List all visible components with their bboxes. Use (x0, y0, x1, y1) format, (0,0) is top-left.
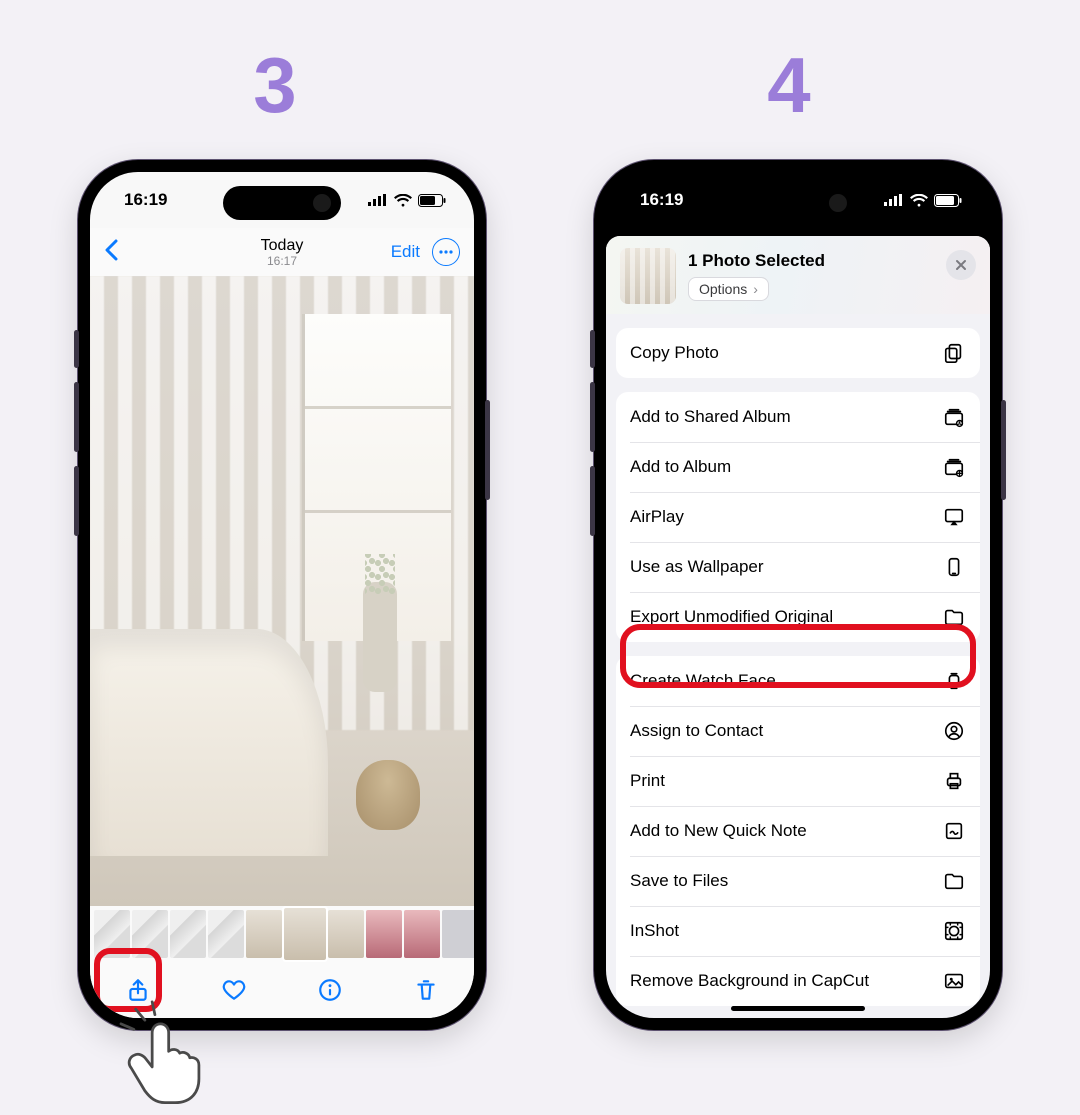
airplay-icon (942, 505, 966, 529)
print-icon (942, 769, 966, 793)
share-icon (125, 977, 151, 1003)
action-shared-album[interactable]: Add to Shared Album (616, 392, 980, 442)
image-icon (942, 969, 966, 993)
action-label: Add to New Quick Note (630, 821, 807, 841)
note-icon (942, 819, 966, 843)
screen-share-sheet: 16:19 1 Photo Selected Options › (606, 172, 990, 1018)
thumbnail[interactable] (246, 910, 282, 958)
back-button[interactable] (104, 237, 118, 268)
thumbnail-strip[interactable] (90, 906, 474, 962)
action-group: Add to Shared Album Add to Album AirPlay Us… (616, 392, 980, 642)
action-label: Create Watch Face (630, 671, 776, 691)
thumbnail[interactable] (94, 910, 130, 958)
action-label: AirPlay (630, 507, 684, 527)
info-icon (317, 977, 343, 1003)
action-copy[interactable]: Copy Photo (616, 328, 980, 378)
copy-icon (942, 341, 966, 365)
cellular-icon (368, 194, 388, 206)
status-indicators (368, 194, 446, 207)
close-button[interactable] (946, 250, 976, 280)
thumbnail[interactable] (366, 910, 402, 958)
trash-icon (413, 977, 439, 1003)
folder-icon (942, 605, 966, 629)
selected-count: 1 Photo Selected (688, 251, 825, 271)
contact-icon (942, 719, 966, 743)
action-wallpaper[interactable]: Use as Wallpaper (616, 542, 980, 592)
battery-icon (418, 194, 446, 207)
action-group: Create Watch Face Assign to Contact Print A… (616, 656, 980, 1006)
action-label: Remove Background in CapCut (630, 971, 869, 991)
step-number-4: 4 (764, 40, 814, 131)
action-group: Copy Photo (616, 328, 980, 378)
options-label: Options (699, 281, 747, 297)
home-indicator[interactable] (731, 1006, 865, 1011)
action-label: Use as Wallpaper (630, 557, 764, 577)
step-number-3: 3 (250, 40, 300, 131)
action-label: Copy Photo (630, 343, 719, 363)
info-button[interactable] (311, 971, 349, 1009)
edit-button[interactable]: Edit (391, 242, 420, 262)
action-folder[interactable]: Save to Files (616, 856, 980, 906)
ellipsis-icon (439, 250, 453, 254)
wifi-icon (910, 194, 928, 207)
phone-step-3: 16:19 Today 16:17 Edit (78, 160, 486, 1030)
action-label: Export Unmodified Original (630, 607, 833, 627)
action-label: Save to Files (630, 871, 728, 891)
status-indicators (884, 194, 962, 207)
action-note[interactable]: Add to New Quick Note (616, 806, 980, 856)
action-label: Add to Shared Album (630, 407, 791, 427)
action-label: Print (630, 771, 665, 791)
chevron-right-icon: › (753, 281, 758, 297)
more-button[interactable] (432, 238, 460, 266)
battery-icon (934, 194, 962, 207)
action-image[interactable]: Remove Background in CapCut (616, 956, 980, 1006)
thumbnail[interactable] (132, 910, 168, 958)
status-time: 16:19 (640, 190, 683, 210)
thumbnail[interactable] (442, 910, 474, 958)
heart-icon (221, 977, 247, 1003)
status-time: 16:19 (124, 190, 167, 210)
action-inshot[interactable]: InShot (616, 906, 980, 956)
thumbnail[interactable] (208, 910, 244, 958)
action-label: Add to Album (630, 457, 731, 477)
nav-bar: Today 16:17 Edit (90, 228, 474, 276)
favorite-button[interactable] (215, 971, 253, 1009)
thumbnail[interactable] (170, 910, 206, 958)
watch-icon (942, 669, 966, 693)
inshot-icon (942, 919, 966, 943)
share-sheet-header: 1 Photo Selected Options › (606, 236, 990, 314)
bottom-toolbar (90, 962, 474, 1018)
options-button[interactable]: Options › (688, 277, 769, 301)
action-album[interactable]: Add to Album (616, 442, 980, 492)
dynamic-island (223, 186, 341, 220)
wifi-icon (394, 194, 412, 207)
close-icon (955, 259, 967, 271)
phone-step-4: 16:19 1 Photo Selected Options › (594, 160, 1002, 1030)
action-folder[interactable]: Export Unmodified Original (616, 592, 980, 642)
dynamic-island (739, 186, 857, 220)
album-icon (942, 455, 966, 479)
action-airplay[interactable]: AirPlay (616, 492, 980, 542)
thumbnail-current[interactable] (284, 908, 326, 960)
share-sheet: 1 Photo Selected Options › Copy Photo Add… (606, 236, 990, 1018)
folder-icon (942, 869, 966, 893)
action-label: InShot (630, 921, 679, 941)
screen-photos-app: 16:19 Today 16:17 Edit (90, 172, 474, 1018)
action-contact[interactable]: Assign to Contact (616, 706, 980, 756)
thumbnail[interactable] (328, 910, 364, 958)
action-label: Assign to Contact (630, 721, 763, 741)
thumbnail[interactable] (404, 910, 440, 958)
share-button[interactable] (119, 971, 157, 1009)
action-watch[interactable]: Create Watch Face (616, 656, 980, 706)
chevron-left-icon (104, 239, 118, 261)
wallpaper-icon (942, 555, 966, 579)
action-print[interactable]: Print (616, 756, 980, 806)
delete-button[interactable] (407, 971, 445, 1009)
cellular-icon (884, 194, 904, 206)
shared-album-icon (942, 405, 966, 429)
photo-preview[interactable] (90, 276, 474, 906)
selected-photo-thumb (620, 248, 676, 304)
